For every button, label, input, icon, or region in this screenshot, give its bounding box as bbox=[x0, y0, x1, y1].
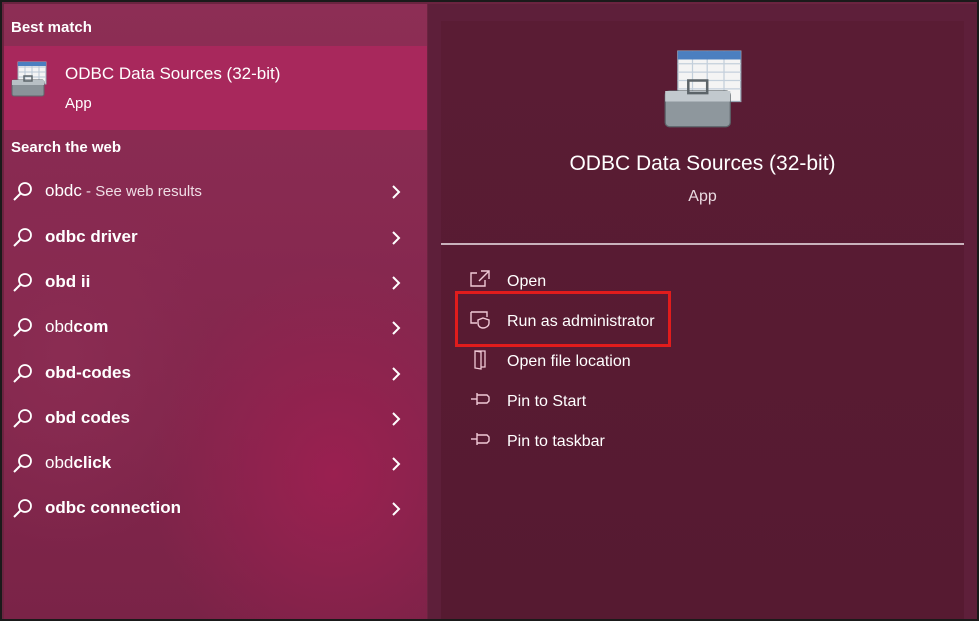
chevron-right-icon bbox=[390, 410, 402, 433]
open-label: Open bbox=[507, 273, 547, 290]
search-icon bbox=[12, 498, 34, 525]
pin-to-start-action[interactable]: Pin to Start bbox=[469, 385, 699, 419]
search-icon bbox=[12, 453, 34, 480]
odbc-toolbox-icon bbox=[10, 60, 50, 105]
chevron-right-icon bbox=[390, 183, 402, 206]
web-result-item[interactable]: odbc connection bbox=[4, 486, 427, 531]
web-result-item[interactable]: obdclick bbox=[4, 441, 427, 486]
web-result-text: obd-codes bbox=[45, 363, 131, 382]
best-match-subtitle: App bbox=[65, 95, 92, 112]
web-result-text: obd ii bbox=[45, 272, 91, 291]
web-result-text: odbc connection bbox=[45, 498, 181, 517]
chevron-right-icon bbox=[390, 455, 402, 478]
chevron-right-icon bbox=[390, 274, 402, 297]
web-result-text: obd codes bbox=[45, 408, 131, 427]
chevron-right-icon bbox=[390, 500, 402, 523]
open-file-location-action[interactable]: Open file location bbox=[469, 345, 699, 379]
web-result-item[interactable]: obd ii bbox=[4, 260, 427, 305]
web-result-text: obdc - See web results bbox=[45, 181, 202, 200]
search-icon bbox=[12, 363, 34, 390]
web-result-item[interactable]: obd codes bbox=[4, 396, 427, 441]
best-match-item[interactable]: ODBC Data Sources (32-bit) App bbox=[4, 46, 427, 130]
odbc-toolbox-icon bbox=[661, 49, 745, 138]
best-match-title: ODBC Data Sources (32-bit) bbox=[65, 64, 281, 83]
chevron-right-icon bbox=[390, 319, 402, 342]
pin-icon bbox=[469, 389, 491, 414]
search-icon bbox=[12, 408, 34, 435]
results-pane: Best match ODBC Data Sources (32-bit) Ap… bbox=[4, 4, 427, 619]
search-icon bbox=[12, 317, 34, 344]
app-title: ODBC Data Sources (32-bit) bbox=[569, 152, 836, 175]
web-result-item[interactable]: odbc driver bbox=[4, 215, 427, 260]
web-result-item[interactable]: obd-codes bbox=[4, 351, 427, 396]
highlight-annotation bbox=[455, 291, 671, 347]
web-result-item[interactable]: obdcom bbox=[4, 305, 427, 350]
search-window: Best match ODBC Data Sources (32-bit) Ap… bbox=[0, 0, 979, 621]
search-icon bbox=[12, 227, 34, 254]
best-match-heading: Best match bbox=[11, 19, 92, 36]
search-icon bbox=[12, 272, 34, 299]
pin-icon bbox=[469, 429, 491, 454]
app-subtitle: App bbox=[688, 188, 717, 205]
pin-to-taskbar-label: Pin to taskbar bbox=[507, 433, 605, 450]
folder-icon bbox=[469, 349, 491, 376]
open-file-location-label: Open file location bbox=[507, 353, 631, 370]
web-result-text: odbc driver bbox=[45, 227, 138, 246]
search-icon bbox=[12, 181, 34, 208]
chevron-right-icon bbox=[390, 365, 402, 388]
pin-to-taskbar-action[interactable]: Pin to taskbar bbox=[469, 425, 699, 459]
web-result-text: obdcom bbox=[45, 317, 109, 336]
search-web-heading: Search the web bbox=[11, 139, 122, 156]
chevron-right-icon bbox=[390, 229, 402, 252]
divider bbox=[441, 243, 964, 245]
pin-to-start-label: Pin to Start bbox=[507, 393, 587, 410]
web-result-item[interactable]: obdc - See web results bbox=[4, 169, 427, 214]
web-result-text: obdclick bbox=[45, 453, 112, 472]
